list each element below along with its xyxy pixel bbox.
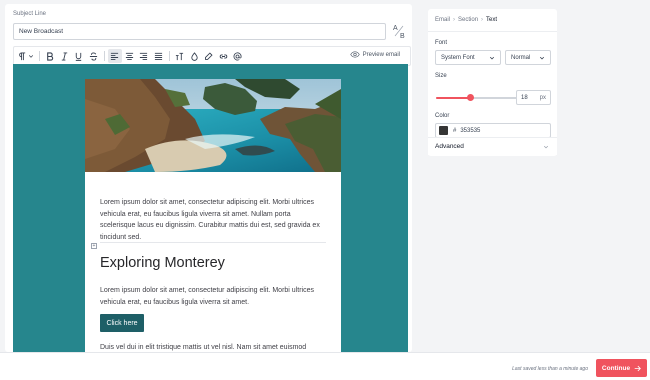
bold-button[interactable] [43, 49, 57, 63]
link-icon [219, 54, 227, 58]
font-weight-select[interactable]: Normal [505, 50, 551, 65]
align-justify-icon [154, 52, 162, 60]
align-right-icon [139, 52, 148, 60]
align-left-button[interactable] [107, 49, 122, 63]
subject-line-input[interactable] [13, 23, 386, 40]
breadcrumb-separator-icon: › [481, 17, 484, 23]
chevron-down-icon [28, 55, 34, 58]
italic-button[interactable] [57, 49, 71, 63]
align-center-button[interactable] [122, 49, 136, 63]
toolbar-divider [38, 51, 40, 61]
font-label: Font [435, 40, 448, 46]
breadcrumb-separator-icon: › [453, 17, 456, 23]
continue-label: Continue [601, 364, 631, 372]
color-value: 353535 [460, 127, 481, 134]
highlight-button[interactable] [202, 49, 216, 63]
last-saved-text: Last saved less than a minute ago [512, 366, 588, 372]
text-size-button[interactable] [173, 49, 187, 63]
mention-button[interactable] [231, 49, 245, 63]
size-unit: px [539, 94, 546, 101]
svg-text:A: A [393, 25, 398, 32]
footer-bar: Last saved less than a minute ago Contin… [0, 352, 650, 380]
breadcrumb-section[interactable]: Section [458, 17, 478, 23]
strikethrough-icon [89, 51, 97, 61]
strikethrough-button[interactable] [86, 49, 100, 63]
align-right-button[interactable] [137, 49, 151, 63]
panel-divider [428, 31, 557, 32]
size-slider-thumb[interactable] [466, 94, 474, 101]
toolbar-divider [168, 51, 170, 61]
continue-button[interactable]: Continue [596, 359, 647, 377]
color-label: Color [435, 113, 450, 119]
color-swatch[interactable] [439, 126, 448, 135]
hero-image[interactable] [85, 79, 341, 172]
color-hash: # [453, 127, 457, 134]
formatting-toolbar: Preview email [13, 46, 411, 66]
subject-line-label: Subject Line [13, 11, 47, 17]
paragraph-icon [19, 51, 26, 60]
preview-email-label: Preview email [362, 51, 400, 58]
block-divider [100, 242, 326, 243]
size-input[interactable]: 18 px [516, 90, 551, 105]
add-block-icon[interactable]: + [91, 243, 97, 249]
highlight-icon [205, 51, 213, 60]
chevron-down-icon [489, 56, 495, 60]
font-weight-value: Normal [511, 54, 531, 61]
breadcrumb-email[interactable]: Email [435, 17, 450, 23]
paragraph-style-dropdown[interactable] [17, 49, 35, 63]
font-family-select[interactable]: System Font [435, 50, 501, 65]
email-body: Lorem ipsum dolor sit amet, consectetur … [85, 79, 341, 352]
mention-icon [233, 51, 242, 60]
underline-button[interactable] [72, 49, 86, 63]
advanced-label: Advanced [435, 143, 464, 150]
italic-icon [61, 51, 67, 61]
align-left-icon [110, 52, 119, 60]
arrow-right-icon [634, 365, 641, 371]
email-paragraph-1[interactable]: Lorem ipsum dolor sit amet, consectetur … [100, 197, 326, 244]
email-canvas: Lorem ipsum dolor sit amet, consectetur … [13, 64, 408, 352]
text-size-icon [175, 52, 184, 60]
email-paragraph-3[interactable]: Duis vel dui in elit tristique mattis ut… [100, 342, 326, 352]
align-center-icon [125, 52, 133, 60]
properties-panel: Email › Section › Text Font System Font … [428, 9, 557, 156]
size-value: 18 [521, 94, 528, 101]
chevron-down-icon [543, 145, 549, 149]
color-input[interactable]: # 353535 [435, 123, 551, 138]
align-justify-button[interactable] [151, 49, 165, 63]
link-button[interactable] [216, 49, 230, 63]
size-label: Size [435, 73, 447, 79]
email-cta-button[interactable]: Click here [100, 314, 144, 332]
text-color-button[interactable] [187, 49, 201, 63]
size-slider-fill [436, 97, 470, 99]
email-paragraph-2[interactable]: Lorem ipsum dolor sit amet, consectetur … [100, 285, 326, 308]
toolbar-divider [103, 51, 105, 61]
preview-email-button[interactable]: Preview email [349, 51, 400, 58]
ab-test-icon[interactable]: A B [391, 22, 407, 40]
text-color-icon [190, 51, 198, 61]
underline-icon [75, 52, 82, 61]
eye-icon [349, 51, 360, 58]
breadcrumb: Email › Section › Text [435, 17, 497, 23]
chevron-down-icon [539, 56, 545, 60]
font-family-value: System Font [441, 54, 475, 61]
advanced-toggle[interactable]: Advanced [428, 137, 557, 155]
email-heading[interactable]: Exploring Monterey [100, 255, 225, 271]
bold-icon [47, 51, 54, 61]
svg-text:B: B [400, 33, 405, 40]
breadcrumb-text: Text [486, 17, 498, 23]
email-editor: Subject Line A B [5, 4, 412, 352]
